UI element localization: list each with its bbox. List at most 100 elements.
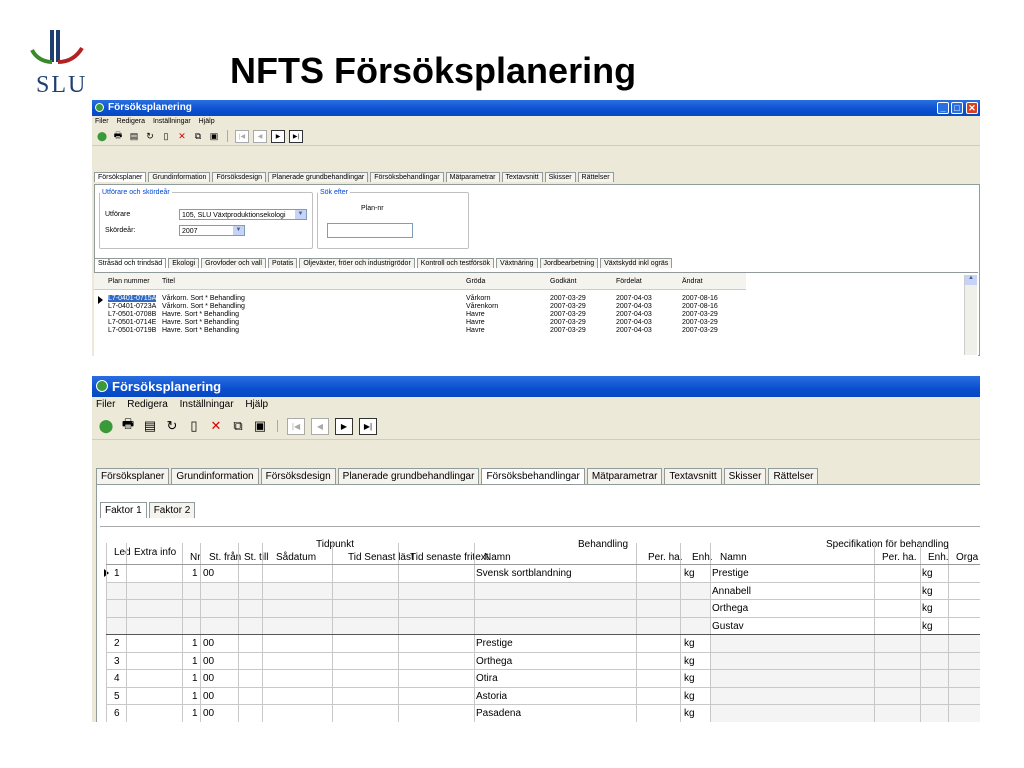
new-document-icon[interactable]: ▯: [160, 130, 172, 142]
nav-first-icon[interactable]: |◀: [287, 417, 305, 435]
paste-icon[interactable]: ▣: [252, 418, 268, 434]
title-bar[interactable]: Försöksplanering _ □ ✕: [92, 100, 980, 116]
col-fordelat[interactable]: Fördelat: [616, 278, 642, 285]
col-tid-senast-last[interactable]: Tid Senast läst: [348, 552, 414, 563]
tab-forsoksdesign[interactable]: Försöksdesign: [212, 172, 266, 182]
col-st-till[interactable]: St. till: [244, 552, 268, 563]
tab-grundinformation[interactable]: Grundinformation: [148, 172, 211, 182]
close-button[interactable]: ✕: [966, 102, 978, 114]
tab-forsoksbehandlingar[interactable]: Försöksbehandlingar: [370, 172, 444, 182]
tab-forsoksdesign[interactable]: Försöksdesign: [260, 468, 336, 484]
chevron-down-icon[interactable]: ▼: [233, 226, 244, 235]
subtab-potatis[interactable]: Potatis: [267, 258, 298, 268]
col-sadatum[interactable]: Sådatum: [276, 552, 316, 563]
table-row[interactable]: 3 1 00 Orthega kg: [100, 652, 980, 670]
table-row[interactable]: L7-0401-0723A Vårkorn. Sort * Behandling V…: [94, 303, 744, 311]
paste-icon[interactable]: ▣: [208, 130, 220, 142]
table-row[interactable]: 6 1 00 Pasadena kg: [100, 705, 980, 722]
subtab-vaxtskydd[interactable]: Växtskydd inkl ogräs: [600, 258, 673, 268]
delete-icon[interactable]: ✕: [176, 130, 188, 142]
menu-redigera[interactable]: Redigera: [117, 118, 145, 125]
tab-rattelser[interactable]: Rättelser: [768, 468, 819, 484]
menu-hjalp[interactable]: Hjälp: [245, 399, 268, 410]
tab-faktor-1[interactable]: Faktor 1: [100, 502, 147, 518]
col-spec-per-ha[interactable]: Per. ha.: [882, 552, 916, 563]
col-spec-namn[interactable]: Namn: [720, 552, 747, 563]
title-bar[interactable]: Försöksplanering: [92, 376, 980, 397]
subtab-ekologi[interactable]: Ekologi: [168, 258, 200, 268]
col-extra-info[interactable]: Extra info: [134, 547, 176, 558]
table-row[interactable]: 5 1 00 Astoria kg: [100, 687, 980, 705]
nav-prev-icon[interactable]: ◀: [253, 129, 267, 143]
print-icon[interactable]: 🖶: [120, 416, 136, 434]
new-document-icon[interactable]: ▯: [186, 418, 202, 434]
col-titel[interactable]: Titel: [162, 278, 175, 285]
table-row[interactable]: Annabell kg: [100, 582, 980, 600]
tab-matparametrar[interactable]: Mätparametrar: [445, 172, 500, 182]
subtab-grovfoder[interactable]: Grovfoder och vall: [201, 258, 266, 268]
col-spec-org[interactable]: Orga: [956, 552, 978, 563]
col-st-fran[interactable]: St. från: [209, 552, 241, 563]
tab-grundinformation[interactable]: Grundinformation: [171, 468, 259, 484]
minimize-button[interactable]: _: [937, 102, 949, 114]
subtab-strasad[interactable]: Stråsäd och trindsäd: [94, 258, 167, 268]
table-row[interactable]: Orthega kg: [100, 600, 980, 618]
menu-redigera[interactable]: Redigera: [127, 399, 168, 410]
app-green-icon[interactable]: ⬤: [96, 130, 108, 142]
refresh-icon[interactable]: ↻: [144, 130, 156, 142]
table-row[interactable]: L7-0501-0708B Havre. Sort * Behandling Hav…: [94, 311, 744, 319]
nav-first-icon[interactable]: |◀: [235, 129, 249, 143]
tab-skisser[interactable]: Skisser: [544, 172, 576, 182]
scroll-up-icon[interactable]: ▲: [965, 275, 977, 285]
nav-next-icon[interactable]: ▶: [271, 129, 285, 143]
nav-last-icon[interactable]: ▶|: [289, 129, 303, 143]
copy-icon[interactable]: ⧉: [230, 418, 246, 434]
col-andrat[interactable]: Ändrat: [682, 278, 703, 285]
menu-installningar[interactable]: Inställningar: [153, 118, 191, 125]
chevron-down-icon[interactable]: ▼: [295, 210, 306, 219]
col-spec-enh[interactable]: Enh.: [928, 552, 949, 563]
tab-skisser[interactable]: Skisser: [723, 468, 767, 484]
skordear-select[interactable]: 2007 ▼: [179, 225, 245, 236]
menu-installningar[interactable]: Inställningar: [180, 399, 234, 410]
table-row[interactable]: L7-0501-0714E Havre. Sort * Behandling Hav…: [94, 319, 744, 327]
tab-matparametrar[interactable]: Mätparametrar: [586, 468, 663, 484]
plannr-input[interactable]: [327, 223, 413, 238]
menu-filer[interactable]: Filer: [96, 399, 115, 410]
tab-rattelser[interactable]: Rättelser: [577, 172, 614, 182]
tab-faktor-2[interactable]: Faktor 2: [148, 502, 196, 518]
tab-forsoksbehandlingar[interactable]: Försöksbehandlingar: [481, 468, 585, 484]
print-preview-icon[interactable]: ▤: [128, 130, 140, 142]
nav-last-icon[interactable]: ▶|: [359, 417, 377, 435]
nav-prev-icon[interactable]: ◀: [311, 417, 329, 435]
col-godkant[interactable]: Godkänt: [550, 278, 576, 285]
subtab-oljevaxter[interactable]: Oljeväxter, fröer och industrigrödor: [299, 258, 415, 268]
menu-filer[interactable]: Filer: [95, 118, 109, 125]
vertical-scrollbar[interactable]: ▲: [964, 275, 977, 355]
maximize-button[interactable]: □: [951, 102, 963, 114]
tab-forsoksplaner[interactable]: Försöksplaner: [94, 172, 147, 182]
col-namn[interactable]: Namn: [484, 552, 511, 563]
col-led[interactable]: Led: [114, 547, 131, 558]
tab-textavsnitt[interactable]: Textavsnitt: [664, 468, 722, 484]
tab-forsoksplaner[interactable]: Försöksplaner: [96, 468, 170, 484]
col-nr[interactable]: Nr: [190, 552, 201, 563]
tab-textavsnitt[interactable]: Textavsnitt: [501, 172, 543, 182]
delete-icon[interactable]: ✕: [208, 418, 224, 434]
print-icon[interactable]: 🖶: [112, 130, 124, 142]
table-row[interactable]: 1 1 00 Svensk sortblandning kg Prestige kg: [100, 565, 980, 583]
app-green-icon[interactable]: ⬤: [98, 418, 114, 434]
tab-planerade-grundbehandlingar[interactable]: Planerade grundbehandlingar: [267, 172, 369, 182]
table-row[interactable]: Gustav kg: [100, 617, 980, 635]
menu-hjalp[interactable]: Hjälp: [199, 118, 215, 125]
refresh-icon[interactable]: ↻: [164, 418, 180, 434]
table-row[interactable]: 2 1 00 Prestige kg: [100, 635, 980, 653]
subtab-kontroll[interactable]: Kontroll och testförsök: [416, 258, 495, 268]
table-row[interactable]: L7-0501-0719B Havre. Sort * Behandling Hav…: [94, 327, 744, 335]
subtab-jordbearbetning[interactable]: Jordbearbetning: [539, 258, 599, 268]
col-plan-nummer[interactable]: Plan nummer: [108, 278, 150, 285]
col-groda[interactable]: Gröda: [466, 278, 485, 285]
col-per-ha[interactable]: Per. ha.: [648, 552, 682, 563]
table-row[interactable]: 4 1 00 Otira kg: [100, 670, 980, 688]
copy-icon[interactable]: ⧉: [192, 130, 204, 142]
